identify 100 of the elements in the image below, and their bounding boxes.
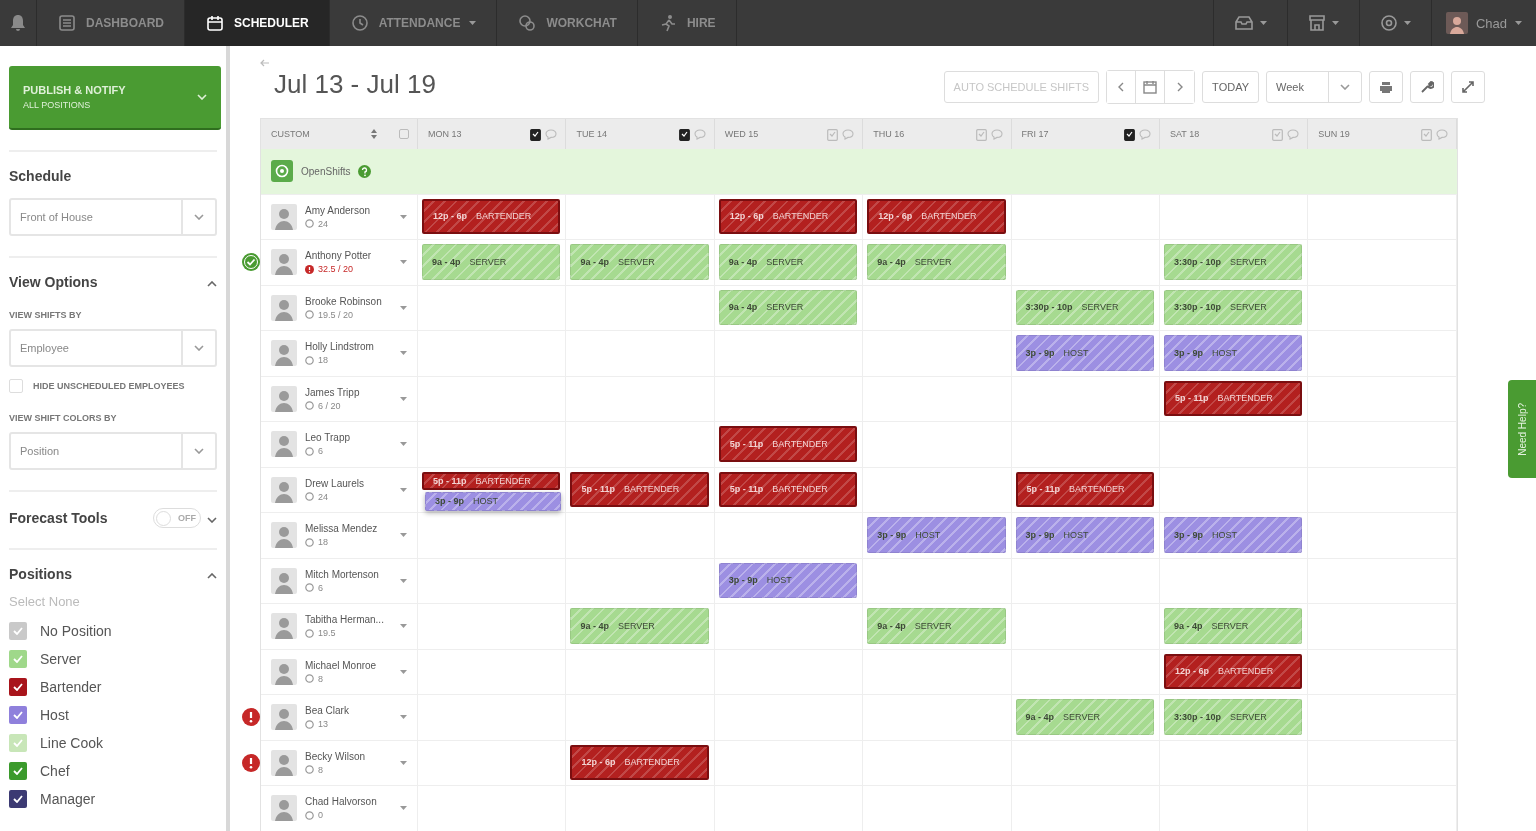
shift-block[interactable]: 3:30p - 10p SERVER — [1015, 289, 1154, 325]
publish-button[interactable]: PUBLISH & NOTIFY ALL POSITIONS — [9, 66, 221, 130]
shift-block[interactable]: 5p - 11p BARTENDER — [422, 471, 561, 490]
nav-tab[interactable]: WORKCHAT — [497, 0, 638, 46]
shift-block[interactable]: 3:30p - 10p SERVER — [1163, 289, 1303, 325]
wrench-button[interactable] — [1410, 71, 1444, 103]
clipboard-icon[interactable] — [827, 127, 839, 141]
sort-icon[interactable] — [371, 129, 377, 139]
chat-icon[interactable] — [1287, 128, 1300, 140]
clipboard-icon[interactable] — [1420, 127, 1432, 141]
day-cell[interactable] — [418, 513, 567, 559]
print-button[interactable] — [1369, 71, 1403, 103]
day-cell[interactable] — [1308, 285, 1457, 331]
employee-name[interactable]: Bea Clark — [305, 705, 392, 717]
day-cell[interactable]: 3:30p - 10p SERVER — [1159, 240, 1309, 286]
shift-block[interactable]: 9a - 4p SERVER — [570, 244, 709, 280]
day-cell[interactable] — [1308, 649, 1457, 695]
position-checkbox[interactable] — [9, 790, 27, 808]
employee-name[interactable]: Brooke Robinson — [305, 295, 392, 307]
shift-block[interactable]: 3:30p - 10p SERVER — [1163, 699, 1303, 735]
employee-name[interactable]: Chad Halvorson — [305, 796, 392, 808]
employee-name[interactable]: Tabitha Herman... — [305, 614, 392, 626]
day-cell[interactable] — [1308, 194, 1457, 240]
employee-name[interactable]: James Tripp — [305, 386, 392, 398]
day-cell[interactable]: 3p - 9p HOST — [1159, 513, 1309, 559]
position-checkbox[interactable] — [9, 650, 27, 668]
shift-block[interactable]: 9a - 4p SERVER — [1015, 699, 1154, 735]
shift-block[interactable]: 9a - 4p SERVER — [867, 608, 1006, 644]
shift-block[interactable]: 9a - 4p SERVER — [867, 244, 1006, 280]
shift-block[interactable]: 9a - 4p SERVER — [570, 608, 709, 644]
day-cell[interactable]: 9a - 4p SERVER — [566, 604, 715, 650]
day-cell[interactable] — [1308, 513, 1457, 559]
day-cell[interactable] — [1011, 194, 1160, 240]
shift-block[interactable]: 3:30p - 10p SERVER — [1163, 244, 1303, 280]
shift-block[interactable]: 5p - 11p BARTENDER — [1163, 380, 1303, 416]
need-help-tab[interactable]: Need Help? — [1508, 380, 1536, 478]
shift-block[interactable]: 9a - 4p SERVER — [718, 289, 858, 325]
employee-name[interactable]: Amy Anderson — [305, 204, 392, 216]
position-checkbox[interactable] — [9, 678, 27, 696]
day-cell[interactable] — [1308, 376, 1457, 422]
shift-colors-select[interactable]: Position — [9, 432, 217, 470]
day-cell[interactable]: 12p - 6p BARTENDER — [566, 740, 715, 786]
checkbox-icon[interactable] — [399, 129, 409, 139]
day-cell[interactable]: 3p - 9p HOST — [1011, 331, 1160, 377]
nav-tab[interactable]: SCHEDULER — [185, 0, 330, 46]
today-button[interactable]: TODAY — [1202, 71, 1259, 103]
nav-tab[interactable]: ATTENDANCE — [329, 0, 498, 46]
clipboard-icon[interactable] — [530, 127, 542, 141]
employee-name[interactable]: Michael Monroe — [305, 659, 392, 671]
day-cell[interactable]: 9a - 4p SERVER — [863, 240, 1012, 286]
employee-name[interactable]: Anthony Potter — [305, 250, 392, 262]
position-checkbox[interactable] — [9, 734, 27, 752]
day-cell[interactable] — [1308, 422, 1457, 468]
shift-block[interactable]: 12p - 6p BARTENDER — [718, 198, 858, 234]
employee-name[interactable]: Drew Laurels — [305, 477, 392, 489]
shift-block[interactable]: 3p - 9p HOST — [718, 562, 858, 598]
shift-block[interactable]: 5p - 11p BARTENDER — [718, 471, 858, 507]
day-cell[interactable]: 9a - 4p SERVER — [1159, 604, 1309, 650]
nav-tab[interactable]: HIRE — [637, 0, 737, 46]
day-cell[interactable]: 9a - 4p SERVER — [714, 285, 864, 331]
position-checkbox[interactable] — [9, 622, 27, 640]
day-cell[interactable]: 12p - 6p BARTENDER — [1159, 649, 1309, 695]
clipboard-icon[interactable] — [678, 127, 690, 141]
day-cell[interactable]: 9a - 4p SERVER — [1011, 695, 1160, 741]
employee-name[interactable]: Becky Wilson — [305, 750, 392, 762]
day-cell[interactable] — [1308, 240, 1457, 286]
range-select[interactable]: Week — [1266, 71, 1362, 103]
day-cell[interactable]: 9a - 4p SERVER — [418, 240, 567, 286]
day-cell[interactable]: 5p - 11p BARTENDER — [1011, 467, 1160, 513]
day-cell[interactable] — [1308, 740, 1457, 786]
shift-block[interactable]: 3p - 9p HOST — [867, 517, 1006, 553]
view-shifts-select[interactable]: Employee — [9, 329, 217, 367]
day-cell[interactable] — [1159, 194, 1309, 240]
day-cell[interactable]: 3p - 9p HOST — [714, 558, 864, 604]
day-cell[interactable]: 3:30p - 10p SERVER — [1159, 285, 1309, 331]
day-cell[interactable]: 5p - 11p BARTENDER — [714, 467, 864, 513]
shift-block[interactable]: 12p - 6p BARTENDER — [1163, 653, 1303, 689]
shift-block[interactable]: 9a - 4p SERVER — [422, 244, 561, 280]
day-cell[interactable]: 12p - 6p BARTENDER — [863, 194, 1012, 240]
day-cell[interactable]: 3:30p - 10p SERVER — [1159, 695, 1309, 741]
shift-block[interactable]: 3p - 9p HOST — [1163, 517, 1303, 553]
day-cell[interactable]: 3p - 9p HOST — [863, 513, 1012, 559]
shift-block[interactable]: 9a - 4p SERVER — [1163, 608, 1303, 644]
user-menu[interactable]: Chad — [1430, 0, 1536, 46]
day-cell[interactable] — [1308, 558, 1457, 604]
day-cell[interactable]: 5p - 11p BARTENDER 3p - 9p HOST — [418, 467, 567, 513]
chat-icon[interactable] — [842, 128, 855, 140]
employee-name[interactable]: Mitch Mortenson — [305, 568, 392, 580]
shift-block[interactable]: 3p - 9p HOST — [1015, 335, 1154, 371]
position-checkbox[interactable] — [9, 706, 27, 724]
day-cell[interactable]: 3p - 9p HOST — [1011, 513, 1160, 559]
checkbox[interactable] — [9, 379, 23, 393]
employee-name[interactable]: Melissa Mendez — [305, 523, 392, 535]
day-cell[interactable]: 3p - 9p HOST — [1159, 331, 1309, 377]
employee-name[interactable]: Holly Lindstrom — [305, 341, 392, 353]
day-cell[interactable]: 12p - 6p BARTENDER — [418, 194, 567, 240]
back-arrow-icon[interactable] — [260, 59, 270, 67]
day-cell[interactable] — [1308, 331, 1457, 377]
shift-block[interactable]: 3p - 9p HOST — [425, 491, 561, 511]
clipboard-icon[interactable] — [975, 127, 987, 141]
